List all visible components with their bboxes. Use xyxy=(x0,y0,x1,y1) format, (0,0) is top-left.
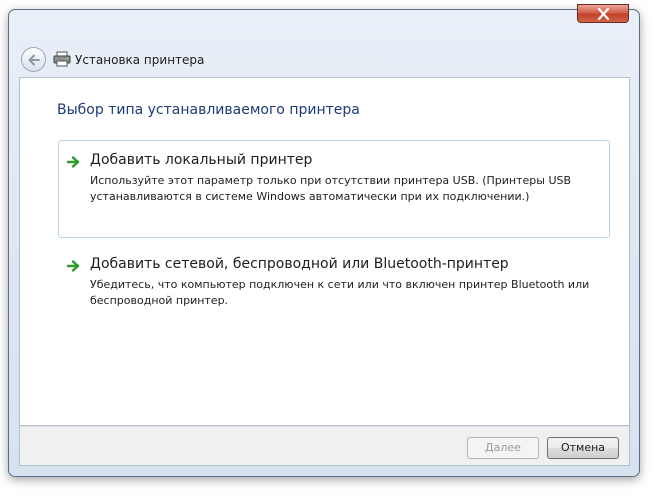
cancel-button[interactable]: Отмена xyxy=(547,437,619,459)
next-button[interactable]: Далее xyxy=(467,437,539,459)
option-local-printer[interactable]: Добавить локальный принтер Используйте э… xyxy=(58,140,610,238)
back-button[interactable] xyxy=(21,47,46,72)
option-network-printer[interactable]: Добавить сетевой, беспроводной или Bluet… xyxy=(58,244,610,314)
option-title: Добавить локальный принтер xyxy=(90,152,313,168)
back-arrow-icon xyxy=(28,54,40,66)
option-title: Добавить сетевой, беспроводной или Bluet… xyxy=(90,256,509,272)
close-icon xyxy=(597,8,610,20)
close-button[interactable] xyxy=(577,4,629,23)
option-description: Используйте этот параметр только при отс… xyxy=(90,174,572,203)
page-heading: Выбор типа устанавливаемого принтера xyxy=(57,102,360,118)
option-description: Убедитесь, что компьютер подключен к сет… xyxy=(90,278,590,307)
printer-icon xyxy=(53,51,71,67)
green-arrow-icon xyxy=(67,260,80,272)
window-title: Установка принтера xyxy=(75,53,205,67)
green-arrow-icon xyxy=(67,156,80,168)
